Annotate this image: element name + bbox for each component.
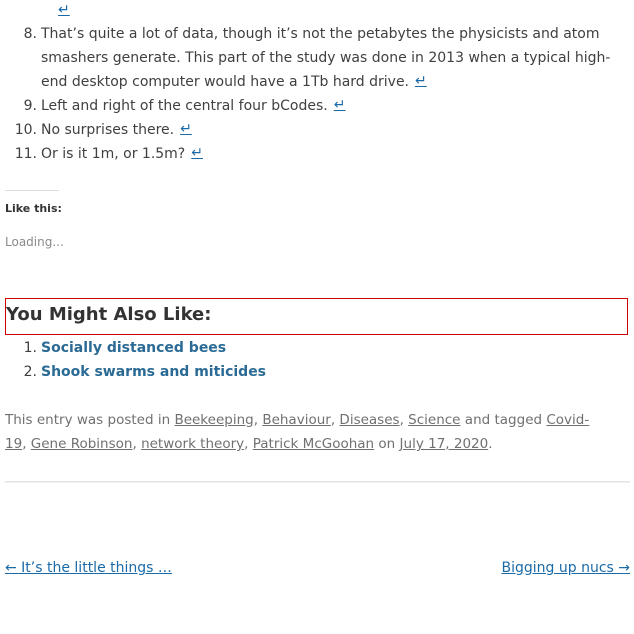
related-post-link[interactable]: Socially distanced bees: [41, 340, 226, 356]
next-post-link[interactable]: Bigging up nucs →: [502, 560, 631, 576]
related-post-item: 2. Shook swarms and miticides: [0, 360, 630, 384]
related-heading: You Might Also Like:: [6, 304, 212, 325]
category-link[interactable]: Science: [408, 412, 460, 428]
footnotes-list: 8. That’s quite a lot of data, though it…: [0, 22, 630, 166]
footnote-return-link[interactable]: ↵: [180, 117, 192, 141]
like-heading: Like this:: [5, 202, 62, 215]
footnote-7-return-link[interactable]: ↵: [58, 2, 72, 20]
footnote-item: 10. No surprises there. ↵: [0, 118, 621, 142]
like-divider: [5, 190, 59, 191]
related-heading-box: You Might Also Like:: [5, 298, 628, 335]
meta-divider: [5, 481, 630, 483]
previous-post-link[interactable]: ← It’s the little things …: [5, 560, 172, 576]
footnote-number: 9.: [23, 98, 37, 114]
on-label: on: [378, 436, 396, 452]
category-link[interactable]: Beekeeping: [174, 412, 253, 428]
tag-link[interactable]: network theory: [141, 436, 244, 452]
footnote-item: 9. Left and right of the central four bC…: [0, 94, 621, 118]
related-post-number: 1.: [23, 340, 37, 356]
footnotes-section: ↵ 8. That’s quite a lot of data, though …: [0, 0, 634, 162]
footnote-text: That’s quite a lot of data, though it’s …: [41, 26, 611, 90]
footnote-number: 11.: [14, 146, 37, 162]
footnote-text: Or is it 1m, or 1.5m?: [41, 146, 186, 162]
footnote-return-link[interactable]: ↵: [191, 141, 203, 165]
posted-in-label: This entry was posted in: [5, 412, 171, 428]
category-link[interactable]: Diseases: [339, 412, 399, 428]
tag-link[interactable]: Patrick McGoohan: [253, 436, 374, 452]
post-footer-area: ↵ 8. That’s quite a lot of data, though …: [0, 0, 634, 634]
related-post-link[interactable]: Shook swarms and miticides: [41, 364, 266, 380]
footnote-item: 11. Or is it 1m, or 1.5m? ↵: [0, 142, 621, 166]
related-post-item: 1. Socially distanced bees: [0, 336, 630, 360]
footnote-return-link[interactable]: ↵: [334, 93, 346, 117]
tagged-label: and tagged: [464, 412, 543, 428]
related-posts-list: 1. Socially distanced bees 2. Shook swar…: [0, 336, 630, 384]
footnote-item: 8. That’s quite a lot of data, though it…: [0, 22, 621, 94]
tag-link[interactable]: Gene Robinson: [31, 436, 133, 452]
footnote-text: Left and right of the central four bCode…: [41, 98, 328, 114]
footnote-return-link[interactable]: ↵: [415, 69, 427, 93]
footnote-number: 8.: [23, 26, 37, 42]
entry-meta: This entry was posted in Beekeeping, Beh…: [5, 412, 590, 452]
related-post-number: 2.: [23, 364, 37, 380]
footnote-text: No surprises there.: [41, 122, 175, 138]
footnote-number: 10.: [14, 122, 37, 138]
post-date-link[interactable]: July 17, 2020: [400, 436, 489, 452]
meta-end-punctuation: .: [488, 436, 493, 452]
category-link[interactable]: Behaviour: [262, 412, 331, 428]
like-loading-text: Loading...: [5, 235, 64, 249]
